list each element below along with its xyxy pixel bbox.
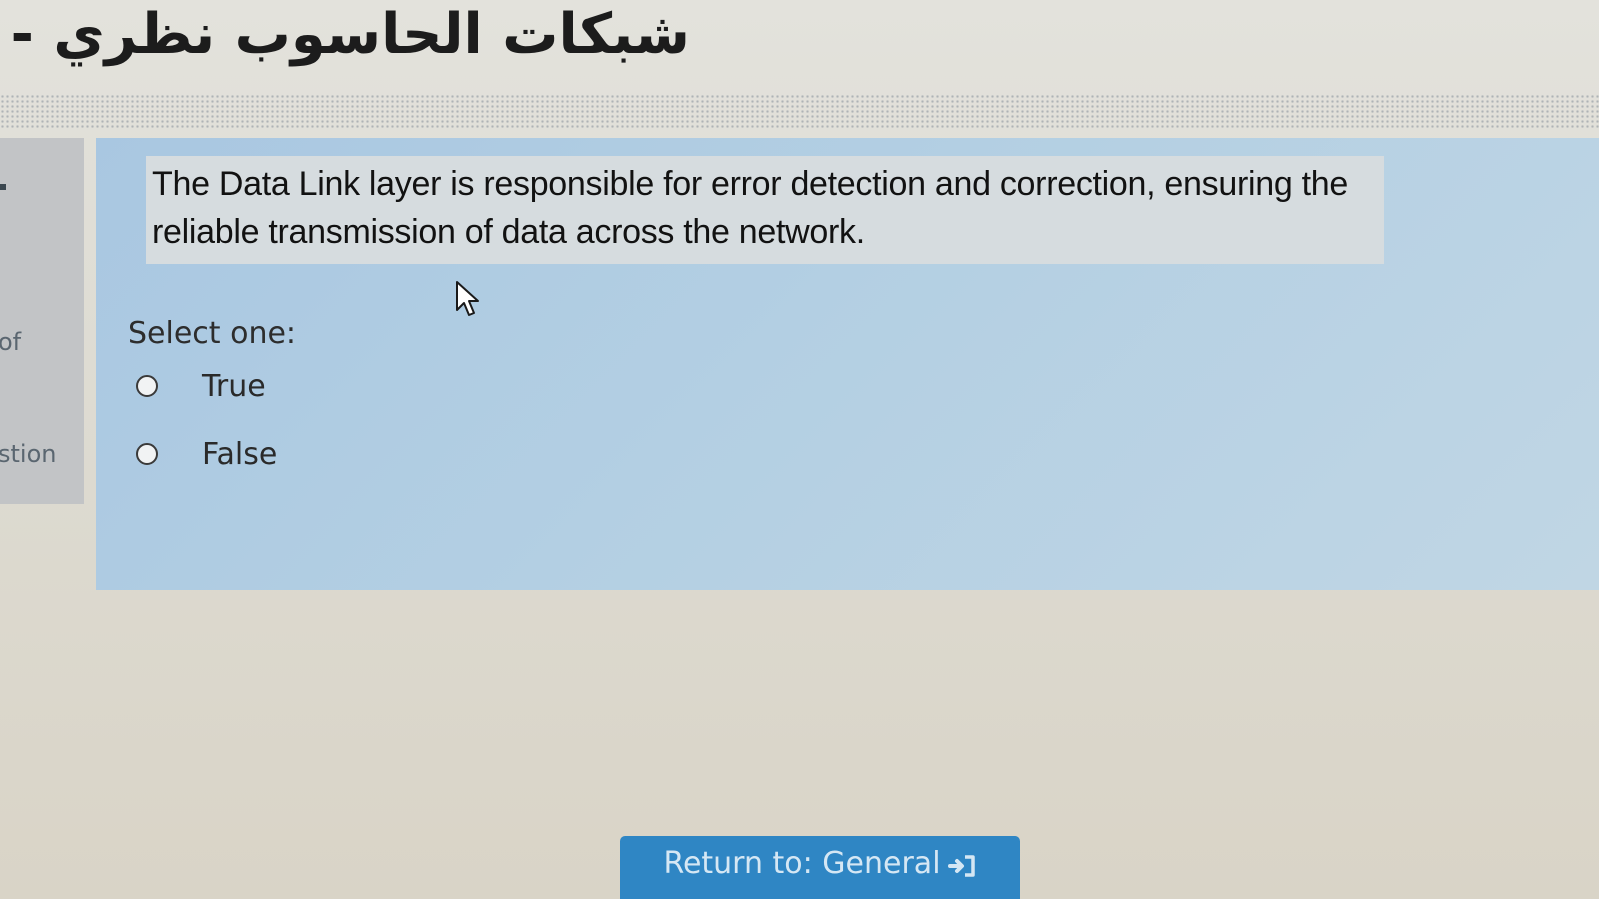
- option-true[interactable]: True: [136, 366, 266, 406]
- quiz-navigation-panel: of stion: [0, 138, 84, 504]
- nav-marker: [0, 184, 6, 190]
- radio-false[interactable]: [136, 443, 158, 465]
- header-divider: [0, 94, 1599, 130]
- option-false-label[interactable]: False: [202, 437, 277, 472]
- return-button-label: Return to: General: [663, 846, 941, 881]
- option-true-label[interactable]: True: [202, 369, 266, 404]
- nav-text-question[interactable]: stion: [0, 440, 56, 468]
- question-card: The Data Link layer is responsible for e…: [96, 138, 1599, 590]
- select-one-label: Select one:: [128, 316, 297, 351]
- radio-true[interactable]: [136, 375, 158, 397]
- mouse-cursor-icon: [456, 281, 479, 316]
- course-title: شبكات الحاسوب نظري -: [10, 2, 690, 67]
- nav-text-of: of: [0, 328, 22, 356]
- return-to-general-button[interactable]: Return to: General: [620, 836, 1020, 899]
- option-false[interactable]: False: [136, 434, 277, 474]
- sign-in-arrow-icon: [947, 855, 975, 877]
- question-text: The Data Link layer is responsible for e…: [146, 156, 1384, 264]
